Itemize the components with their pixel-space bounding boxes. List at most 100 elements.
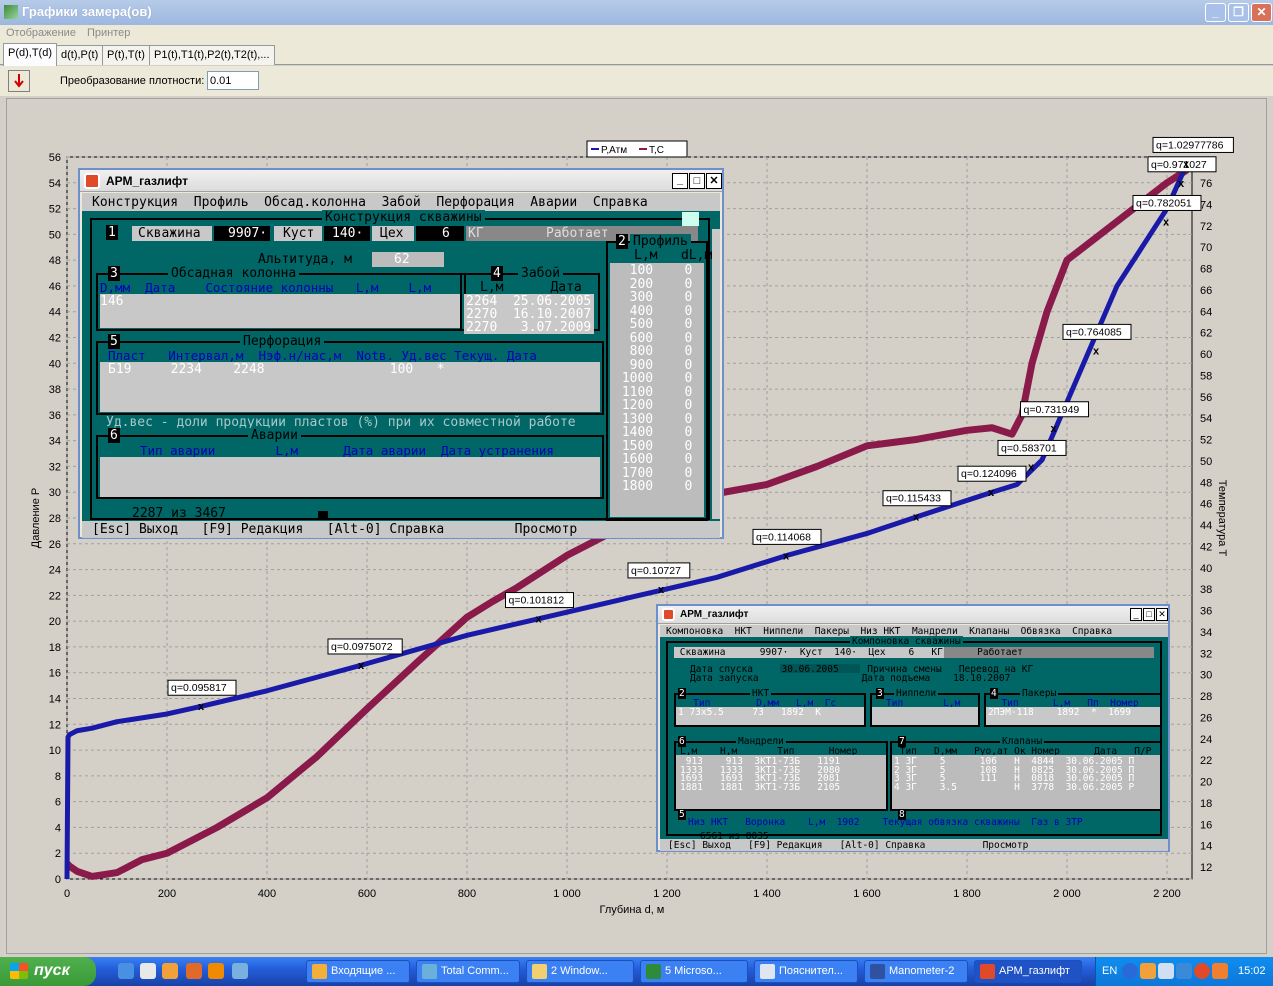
dos1-num-5: 5 [108, 334, 120, 349]
arm-app-icon-2 [662, 608, 675, 621]
dos1-bottom-row-3[interactable]: 2270 3.07.2009 [466, 320, 591, 335]
start-button[interactable]: пуск [0, 957, 96, 986]
dos2-pak-row[interactable]: 2ПЭМ-118 1892 * 1699 [988, 707, 1131, 718]
quicklaunch-icon-6[interactable] [232, 963, 248, 979]
tray-icon-3[interactable] [1176, 963, 1192, 979]
dos1-casing-row[interactable]: 146 [100, 294, 123, 309]
quicklaunch-icon-2[interactable] [140, 963, 156, 979]
language-indicator[interactable]: EN [1102, 965, 1117, 977]
arm-window-1-maximize[interactable]: □ [689, 173, 705, 189]
close-button[interactable]: ✕ [1251, 3, 1272, 22]
dos1-footer[interactable]: [Esc] Выход [F9] Редакция [Alt-0] Справк… [92, 522, 577, 537]
tab-dt-pt[interactable]: d(t),P(t) [56, 45, 104, 65]
y-left-axis-label: Давление Р [30, 488, 42, 548]
y-right-tick-label: 34 [1200, 627, 1212, 639]
dos1-accident-title: Аварии [248, 428, 301, 443]
dos1-altitude-value[interactable]: 62 [394, 252, 410, 267]
y-left-tick-label: 6 [55, 797, 61, 809]
y-left-tick-label: 20 [49, 616, 61, 628]
ie-icon[interactable] [118, 963, 134, 979]
dos1-perf-row[interactable]: Б19 2234 2248 100 * [108, 362, 445, 377]
annotation-label: q=0.782051 [1136, 197, 1192, 209]
total-commander-icon [422, 964, 437, 979]
clock: 15:02 [1238, 965, 1266, 977]
tray-icon-4[interactable] [1194, 963, 1210, 979]
task-microsoft[interactable]: 5 Microso... [640, 960, 748, 983]
start-label: пуск [34, 962, 70, 979]
menu-printer[interactable]: Принтер [87, 27, 130, 39]
dos2-footer[interactable]: [Esc] Выход [F9] Редакция [Alt-0] Справк… [668, 840, 1028, 851]
y-left-tick-label: 14 [49, 694, 61, 706]
y-right-tick-label: 32 [1200, 648, 1212, 660]
dos1-profile-header: L,м dL,м [634, 248, 713, 263]
dos1-shop-value[interactable]: 6 [442, 226, 450, 241]
quicklaunch-icon-4[interactable] [186, 963, 202, 979]
arm-window-1: АРМ_газлифт _ □ ✕ Конструкция Профиль Об… [78, 168, 724, 539]
annotation-label: q=0.115433 [886, 493, 941, 505]
x-tick-label: 1 600 [853, 888, 881, 900]
tray-icon-1[interactable] [1140, 963, 1156, 979]
y-left-tick-label: 32 [49, 461, 61, 473]
minimize-button[interactable]: _ [1205, 3, 1226, 22]
task-manometer[interactable]: Manometer-2 [864, 960, 968, 983]
y-right-tick-label: 54 [1200, 413, 1212, 425]
y-left-tick-label: 8 [55, 771, 61, 783]
y-right-tick-label: 62 [1200, 328, 1212, 340]
annotation-marker: x [1178, 178, 1185, 190]
list-item[interactable]: 1881 1881 ЗКТ1-73Б 2105 [680, 782, 840, 793]
outlook-icon [312, 964, 327, 979]
y-left-tick-label: 38 [49, 384, 61, 396]
y-right-tick-label: 64 [1200, 306, 1212, 318]
task-arm-gaslift[interactable]: АРМ_газлифт [974, 960, 1082, 983]
task-windows[interactable]: 2 Window... [526, 960, 634, 983]
arm-app-icon [84, 173, 100, 189]
y-right-tick-label: 72 [1200, 221, 1212, 233]
list-item[interactable]: 1800 0 [614, 479, 692, 494]
quicklaunch-icon-3[interactable] [162, 963, 178, 979]
density-conversion-input[interactable] [207, 71, 259, 90]
arm-window-1-close[interactable]: ✕ [706, 173, 722, 189]
annotation-marker: x [358, 660, 365, 672]
task-inbox[interactable]: Входящие ... [306, 960, 410, 983]
dos2-line-2: Дата запуска Дата подъема 18.10.2007 [690, 673, 1011, 684]
menu-display[interactable]: Отображение [6, 27, 76, 39]
arm-window-2-minimize[interactable]: _ [1130, 608, 1142, 621]
task-total-commander[interactable]: Total Comm... [416, 960, 520, 983]
y-right-tick-label: 44 [1200, 520, 1212, 532]
tab-pt-tt[interactable]: P(t),T(t) [102, 45, 150, 65]
maximize-button[interactable]: ❐ [1228, 3, 1249, 22]
dos2-well-line[interactable]: Скважина 9907· Куст 140· Цех 6 КГ Работа… [674, 647, 1023, 658]
y-left-tick-label: 12 [49, 719, 61, 731]
task-explanatory[interactable]: Пояснител... [754, 960, 858, 983]
word-icon [760, 964, 775, 979]
arm-window-2-close[interactable]: ✕ [1156, 608, 1168, 621]
annotation-label: q=1.02977786 [1156, 139, 1224, 151]
excel-icon [646, 964, 661, 979]
tab-multi[interactable]: P1(t),T1(t),P2(t),T2(t),... [149, 45, 275, 65]
dos1-menu[interactable]: Конструкция Профиль Обсад.колонна Забой … [92, 195, 648, 210]
vlc-icon[interactable] [208, 963, 224, 979]
arm-window-2: АРМ_газлифт _ □ ✕ Компоновка НКТ Ниппели… [656, 604, 1170, 852]
dos1-well-value[interactable]: 9907· [228, 226, 267, 241]
list-item[interactable]: 4 3Г 3.5 Н 3778 30.06.2005 Р [894, 782, 1134, 793]
dos2-nkt-row[interactable]: 1 73х5.5 73 1892 К [678, 707, 821, 718]
dos1-perf-header: Пласт Интервал,м Нэф.н/нас,м Notв. Уд.ве… [108, 348, 537, 363]
annotation-label: q=0.971027 [1151, 159, 1207, 171]
down-arrow-button[interactable] [8, 70, 30, 92]
y-left-tick-label: 50 [49, 229, 61, 241]
y-right-tick-label: 16 [1200, 819, 1212, 831]
arm-window-2-maximize[interactable]: □ [1143, 608, 1155, 621]
y-right-tick-label: 46 [1200, 499, 1212, 511]
dos1-cluster-value[interactable]: 140· [332, 226, 363, 241]
tray-icon-2[interactable] [1158, 963, 1174, 979]
y-right-tick-label: 30 [1200, 670, 1212, 682]
y-right-tick-label: 24 [1200, 734, 1212, 746]
tray-expand-icon[interactable] [1122, 963, 1138, 979]
arm-window-1-minimize[interactable]: _ [672, 173, 688, 189]
annotation-marker: x [1163, 216, 1170, 228]
tab-pd-td[interactable]: P(d),T(d) [3, 43, 57, 66]
dos1-casing-title: Обсадная колонна [168, 266, 300, 281]
tray-icon-5[interactable] [1212, 963, 1228, 979]
y-left-tick-label: 22 [49, 590, 61, 602]
dos-screen-1: Конструкция Профиль Обсад.колонна Забой … [82, 193, 720, 538]
